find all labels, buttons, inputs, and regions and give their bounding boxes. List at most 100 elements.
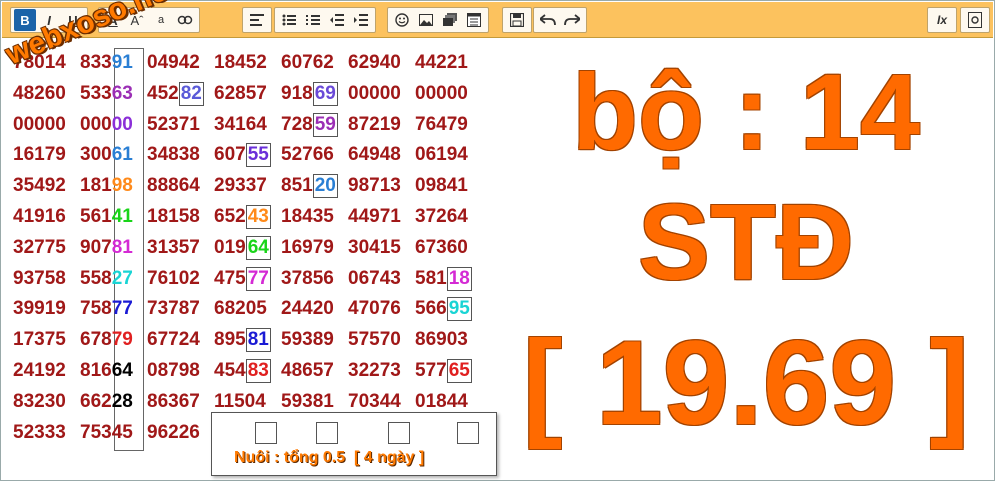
grid-number: 24420 xyxy=(281,298,334,320)
grid-number: 566 95 xyxy=(415,294,482,325)
big-label-std: STĐ xyxy=(638,181,854,302)
emoticon-button[interactable] xyxy=(391,9,413,31)
grid-number: 37856 xyxy=(281,267,334,289)
number-tail: 27 xyxy=(111,267,133,289)
grid-row: 17375 67879 67724 895 81 59389 57570 86903 xyxy=(13,325,482,356)
grid-number: 56141 xyxy=(80,202,147,233)
grid-number: 52371 xyxy=(147,113,200,135)
bold-icon: B xyxy=(20,12,30,28)
number-tail: 59 xyxy=(312,112,338,137)
grid-number: 00000 xyxy=(348,82,401,104)
grid-number: 67724 xyxy=(147,329,200,351)
grid-number: 81664 xyxy=(80,356,147,387)
number-head: 728 xyxy=(281,113,313,135)
media-button[interactable] xyxy=(439,9,461,31)
number-head: 816 xyxy=(80,359,112,381)
grid-number: 76479 xyxy=(415,113,468,135)
grid-number: 48657 xyxy=(281,359,334,381)
grid-number: 00000 xyxy=(13,113,66,135)
undo-icon xyxy=(540,14,556,26)
grid-number: 96226 xyxy=(147,421,200,443)
grid-number: 18452 xyxy=(214,52,267,73)
grid-number: 93758 xyxy=(13,267,66,289)
grid-row: 35492 18198 88864 29337 851 20 98713 09841 xyxy=(13,171,482,202)
number-head: 558 xyxy=(80,267,112,289)
number-head: 895 xyxy=(214,329,246,351)
number-head: 607 xyxy=(214,144,246,166)
number-tail: 69 xyxy=(312,81,338,106)
number-tail: 28 xyxy=(111,390,133,412)
image-button[interactable] xyxy=(415,9,437,31)
grid-number: 32273 xyxy=(348,359,401,381)
number-tail: 55 xyxy=(245,143,271,168)
image-icon xyxy=(419,14,433,26)
grid-number: 37264 xyxy=(415,205,468,227)
table-button[interactable] xyxy=(463,9,485,31)
grid-number: 16179 xyxy=(13,144,66,166)
grid-number: 66228 xyxy=(80,387,147,418)
grid-number: 62940 xyxy=(348,52,401,73)
redo-button[interactable] xyxy=(561,9,583,31)
align-left-button[interactable] xyxy=(246,9,268,31)
number-head: 452 xyxy=(147,82,179,104)
grid-number: 18435 xyxy=(281,205,334,227)
checkbox-3[interactable] xyxy=(388,422,410,444)
grid-number: 48260 xyxy=(13,82,66,104)
checkbox-1[interactable] xyxy=(255,422,277,444)
number-head: 000 xyxy=(80,113,112,135)
grid-number: 34164 xyxy=(214,113,267,135)
outdent-icon xyxy=(330,14,344,26)
checkbox-4[interactable] xyxy=(457,422,479,444)
grid-row: 93758 55827 76102 475 77 37856 06743 581 18 xyxy=(13,264,482,295)
link-icon xyxy=(177,14,193,26)
number-head: 475 xyxy=(214,267,246,289)
grid-number: 577 65 xyxy=(415,356,482,387)
number-head: 758 xyxy=(80,298,112,320)
number-tail: 82 xyxy=(178,81,204,106)
number-head: 566 xyxy=(415,298,447,320)
undo-button[interactable] xyxy=(537,9,559,31)
toolbar-group-7 xyxy=(533,7,587,33)
grid-number: 53363 xyxy=(80,79,147,110)
number-tail: 83 xyxy=(245,358,271,383)
grid-number: 44971 xyxy=(348,205,401,227)
editor-content[interactable]: 78014 83391 04942 18452 60762 62940 44221 48260… xyxy=(1,38,994,480)
number-head: 300 xyxy=(80,144,112,166)
grid-number: 76102 xyxy=(147,267,200,289)
save-button[interactable] xyxy=(506,9,528,31)
grid-number: 41916 xyxy=(13,205,66,227)
editor-frame: B I U A Aˆ a Ix 78014 83391 04942 18452 60762 62940… xyxy=(0,0,995,481)
grid-number: 06743 xyxy=(348,267,401,289)
grid-number: 019 64 xyxy=(214,233,281,264)
grid-number: 00000 xyxy=(415,82,468,104)
checkbox-2[interactable] xyxy=(316,422,338,444)
outdent-button[interactable] xyxy=(326,9,348,31)
options-button[interactable] xyxy=(964,9,986,31)
toolbar-group-9 xyxy=(960,7,990,33)
number-head: 577 xyxy=(415,359,447,381)
clear-format-icon: Ix xyxy=(936,13,947,27)
grid-number: 62857 xyxy=(214,82,267,104)
grid-number: 52766 xyxy=(281,144,334,166)
grid-number: 00000 xyxy=(80,110,147,141)
bullet-list-button[interactable] xyxy=(278,9,300,31)
number-head: 662 xyxy=(80,390,112,412)
number-tail: 77 xyxy=(245,266,271,291)
number-head: 851 xyxy=(281,175,313,197)
number-list-button[interactable] xyxy=(302,9,324,31)
grid-number: 30061 xyxy=(80,140,147,171)
grid-number: 32775 xyxy=(13,236,66,258)
clear-format-button[interactable]: Ix xyxy=(931,9,953,31)
grid-number: 31357 xyxy=(147,236,200,258)
indent-button[interactable] xyxy=(350,9,372,31)
save-icon xyxy=(510,13,524,27)
grid-number: 452 82 xyxy=(147,79,214,110)
grid-number: 29337 xyxy=(214,175,267,197)
grid-number: 475 77 xyxy=(214,264,281,295)
big-label-pair: [ 19.69 ] xyxy=(522,316,970,450)
number-tail: 20 xyxy=(312,174,338,199)
link-button[interactable] xyxy=(174,9,196,31)
grid-number: 98713 xyxy=(348,175,401,197)
grid-number: 728 59 xyxy=(281,110,348,141)
number-head: 918 xyxy=(281,82,313,104)
